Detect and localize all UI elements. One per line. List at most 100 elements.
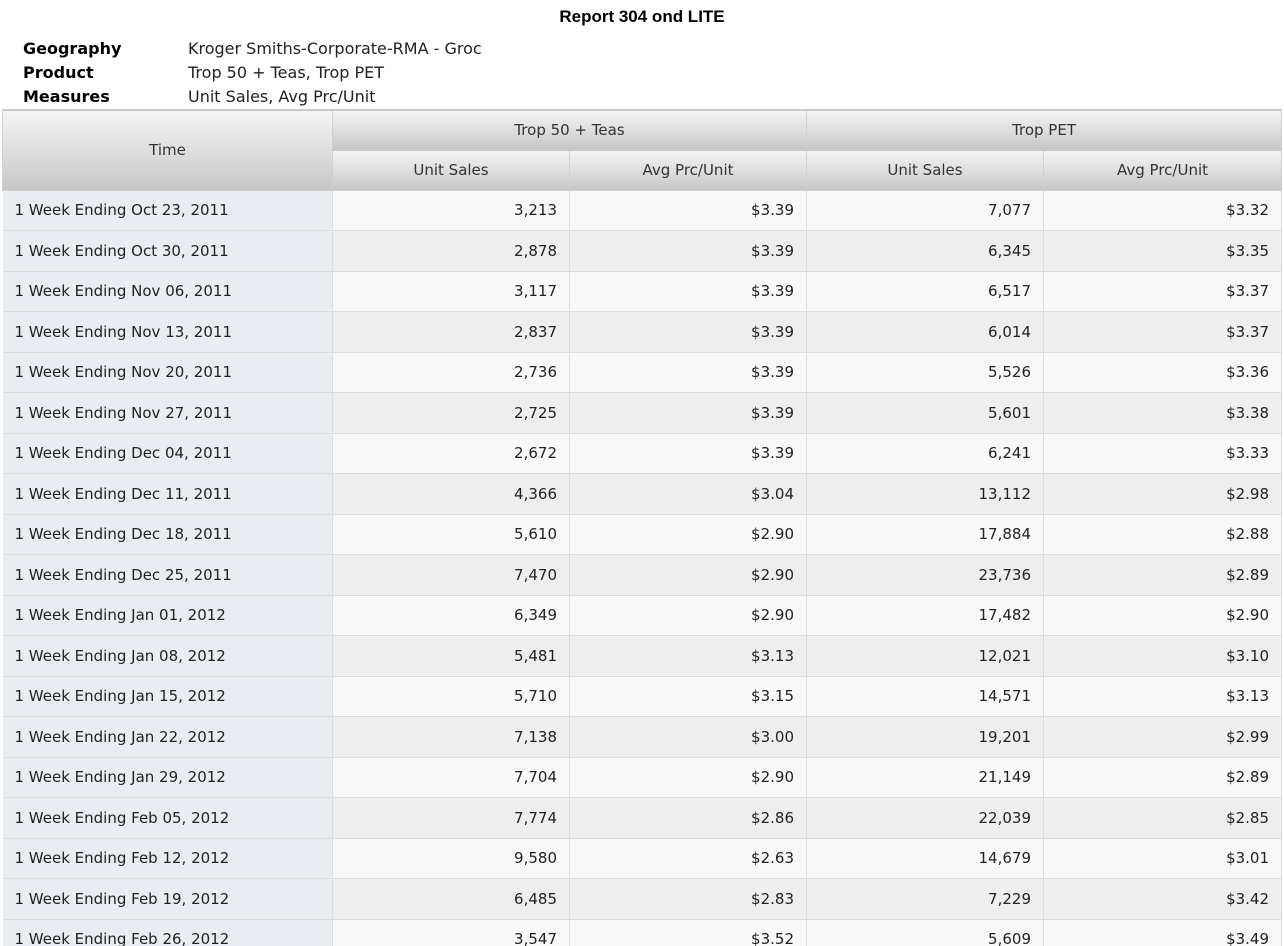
trop-50-avg-prc-cell: $3.52	[569, 919, 807, 946]
table-row: 1 Week Ending Nov 13, 2011 2,837 $3.39 6,01…	[2, 311, 1283, 353]
table-row: 1 Week Ending Jan 15, 2012 5,710 $3.15 14,5…	[2, 676, 1283, 717]
trop-pet-avg-prc-cell: $3.38	[1043, 392, 1283, 434]
trop-pet-avg-prc-cell: $3.10	[1043, 635, 1283, 677]
table-body: 1 Week Ending Oct 23, 2011 3,213 $3.39 7,07…	[2, 190, 1283, 946]
report-meta: Geography Kroger Smiths-Corporate-RMA - …	[23, 37, 482, 109]
trop-50-avg-prc-cell: $3.39	[569, 311, 807, 353]
trop-pet-unit-sales-cell: 7,229	[806, 878, 1044, 920]
column-header-avg-prc-unit[interactable]: Avg Prc/Unit	[569, 149, 807, 191]
row-time-cell: 1 Week Ending Jan 01, 2012	[2, 595, 333, 636]
report-title: Report 304 ond LITE	[559, 7, 725, 26]
trop-50-avg-prc-cell: $3.39	[569, 190, 807, 231]
trop-50-unit-sales-cell: 7,470	[332, 554, 570, 596]
trop-pet-unit-sales-cell: 6,345	[806, 230, 1044, 272]
report-table: Time Trop 50 + Teas Trop PET Unit Sales …	[2, 109, 1283, 946]
trop-pet-avg-prc-cell: $2.89	[1043, 554, 1283, 596]
trop-pet-unit-sales-cell: 22,039	[806, 797, 1044, 839]
trop-50-avg-prc-cell: $2.83	[569, 878, 807, 920]
trop-pet-unit-sales-cell: 14,571	[806, 676, 1044, 717]
row-time-cell: 1 Week Ending Nov 20, 2011	[2, 352, 333, 393]
trop-50-unit-sales-cell: 7,774	[332, 797, 570, 839]
trop-pet-avg-prc-cell: $3.01	[1043, 838, 1283, 879]
trop-50-unit-sales-cell: 7,138	[332, 716, 570, 758]
row-time-cell: 1 Week Ending Nov 13, 2011	[2, 311, 333, 353]
trop-50-unit-sales-cell: 6,349	[332, 595, 570, 636]
table-row: 1 Week Ending Oct 23, 2011 3,213 $3.39 7,07…	[2, 190, 1283, 231]
table-row: 1 Week Ending Nov 27, 2011 2,725 $3.39 5,60…	[2, 392, 1283, 434]
group-header-trop-50-teas[interactable]: Trop 50 + Teas	[332, 109, 807, 151]
trop-50-unit-sales-cell: 3,213	[332, 190, 570, 231]
trop-50-unit-sales-cell: 7,704	[332, 757, 570, 798]
trop-50-unit-sales-cell: 2,725	[332, 392, 570, 434]
table-row: 1 Week Ending Dec 18, 2011 5,610 $2.90 17,8…	[2, 514, 1283, 555]
trop-pet-unit-sales-cell: 7,077	[806, 190, 1044, 231]
trop-50-unit-sales-cell: 4,366	[332, 473, 570, 515]
trop-50-avg-prc-cell: $3.39	[569, 352, 807, 393]
trop-pet-unit-sales-cell: 6,517	[806, 271, 1044, 312]
trop-50-avg-prc-cell: $2.86	[569, 797, 807, 839]
row-time-cell: 1 Week Ending Jan 08, 2012	[2, 635, 333, 677]
trop-pet-avg-prc-cell: $3.33	[1043, 433, 1283, 474]
trop-pet-avg-prc-cell: $3.49	[1043, 919, 1283, 946]
table-row: 1 Week Ending Dec 25, 2011 7,470 $2.90 23,7…	[2, 554, 1283, 596]
row-time-cell: 1 Week Ending Nov 06, 2011	[2, 271, 333, 312]
trop-pet-avg-prc-cell: $2.89	[1043, 757, 1283, 798]
row-time-cell: 1 Week Ending Jan 15, 2012	[2, 676, 333, 717]
table-row: 1 Week Ending Dec 11, 2011 4,366 $3.04 13,1…	[2, 473, 1283, 515]
trop-50-avg-prc-cell: $3.39	[569, 433, 807, 474]
trop-pet-unit-sales-cell: 17,884	[806, 514, 1044, 555]
table-row: 1 Week Ending Oct 30, 2011 2,878 $3.39 6,34…	[2, 230, 1283, 272]
column-header-unit-sales[interactable]: Unit Sales	[806, 149, 1044, 191]
trop-pet-avg-prc-cell: $2.85	[1043, 797, 1283, 839]
row-time-cell: 1 Week Ending Oct 30, 2011	[2, 230, 333, 272]
trop-50-avg-prc-cell: $3.13	[569, 635, 807, 677]
trop-pet-unit-sales-cell: 17,482	[806, 595, 1044, 636]
column-header-avg-prc-unit[interactable]: Avg Prc/Unit	[1042, 149, 1283, 191]
row-time-cell: 1 Week Ending Feb 26, 2012	[2, 919, 333, 946]
trop-50-unit-sales-cell: 2,736	[332, 352, 570, 393]
trop-pet-unit-sales-cell: 21,149	[806, 757, 1044, 798]
meta-label: Product	[23, 63, 94, 82]
trop-pet-unit-sales-cell: 5,601	[806, 392, 1044, 434]
trop-pet-unit-sales-cell: 5,609	[806, 919, 1044, 946]
trop-50-avg-prc-cell: $2.90	[569, 514, 807, 555]
column-header-unit-sales[interactable]: Unit Sales	[332, 149, 570, 191]
row-time-cell: 1 Week Ending Feb 12, 2012	[2, 838, 333, 879]
row-time-cell: 1 Week Ending Dec 11, 2011	[2, 473, 333, 515]
row-time-cell: 1 Week Ending Feb 19, 2012	[2, 878, 333, 920]
meta-product: Product Trop 50 + Teas, Trop PET	[23, 61, 482, 85]
trop-pet-avg-prc-cell: $3.35	[1043, 230, 1283, 272]
column-header-time[interactable]: Time	[2, 109, 333, 191]
trop-pet-unit-sales-cell: 23,736	[806, 554, 1044, 596]
trop-50-avg-prc-cell: $3.39	[569, 271, 807, 312]
trop-pet-unit-sales-cell: 5,526	[806, 352, 1044, 393]
table-row: 1 Week Ending Nov 20, 2011 2,736 $3.39 5,52…	[2, 352, 1283, 393]
trop-50-avg-prc-cell: $2.90	[569, 757, 807, 798]
trop-pet-avg-prc-cell: $3.13	[1043, 676, 1283, 717]
row-time-cell: 1 Week Ending Nov 27, 2011	[2, 392, 333, 434]
trop-pet-unit-sales-cell: 6,241	[806, 433, 1044, 474]
meta-label: Geography	[23, 39, 122, 58]
trop-50-avg-prc-cell: $3.39	[569, 230, 807, 272]
trop-pet-unit-sales-cell: 14,679	[806, 838, 1044, 879]
row-time-cell: 1 Week Ending Dec 04, 2011	[2, 433, 333, 474]
trop-50-avg-prc-cell: $3.39	[569, 392, 807, 434]
trop-50-avg-prc-cell: $3.00	[569, 716, 807, 758]
trop-pet-unit-sales-cell: 19,201	[806, 716, 1044, 758]
table-row: 1 Week Ending Feb 26, 2012 3,547 $3.52 5,60…	[2, 919, 1283, 946]
trop-50-unit-sales-cell: 5,481	[332, 635, 570, 677]
meta-value: Unit Sales, Avg Prc/Unit	[188, 87, 376, 106]
trop-50-unit-sales-cell: 3,547	[332, 919, 570, 946]
row-time-cell: 1 Week Ending Feb 05, 2012	[2, 797, 333, 839]
meta-label: Measures	[23, 87, 110, 106]
meta-value: Trop 50 + Teas, Trop PET	[188, 63, 385, 82]
group-header-trop-pet[interactable]: Trop PET	[805, 109, 1283, 151]
row-time-cell: 1 Week Ending Dec 18, 2011	[2, 514, 333, 555]
trop-pet-avg-prc-cell: $2.99	[1043, 716, 1283, 758]
table-row: 1 Week Ending Feb 12, 2012 9,580 $2.63 14,6…	[2, 838, 1283, 879]
trop-50-avg-prc-cell: $2.90	[569, 595, 807, 636]
trop-pet-unit-sales-cell: 13,112	[806, 473, 1044, 515]
row-time-cell: 1 Week Ending Dec 25, 2011	[2, 554, 333, 596]
trop-pet-unit-sales-cell: 6,014	[806, 311, 1044, 353]
trop-50-avg-prc-cell: $2.63	[569, 838, 807, 879]
